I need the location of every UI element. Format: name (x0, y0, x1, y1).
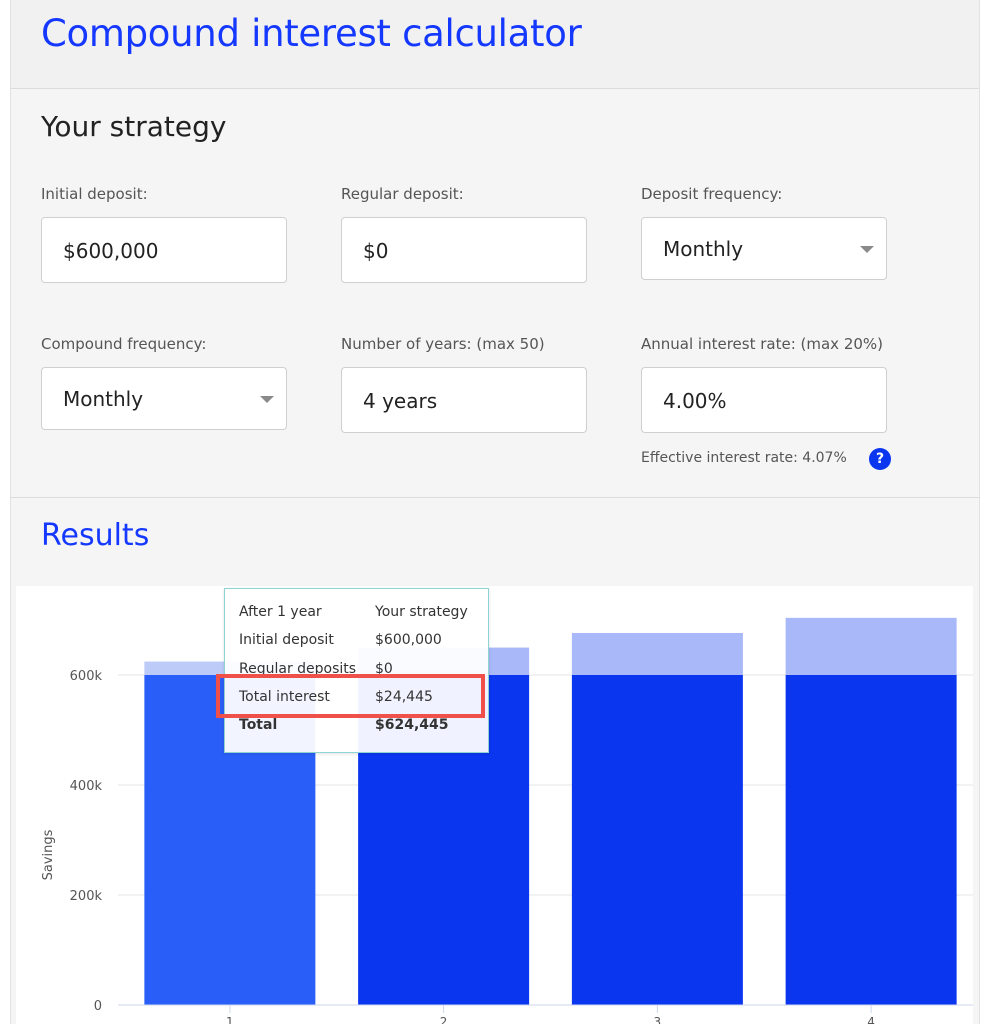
section-divider (11, 497, 979, 498)
years-input[interactable]: 4 years (341, 367, 587, 433)
results-title: Results (41, 518, 150, 553)
compound-frequency-value: Monthly (63, 387, 144, 411)
regular-deposit-label: Regular deposit: (341, 185, 464, 203)
highlight-annotation (216, 674, 485, 718)
bar-interest (571, 633, 743, 675)
years-value: 4 years (363, 389, 438, 413)
tooltip-row: Initial deposit $600,000 (239, 632, 484, 652)
interest-rate-input[interactable]: 4.00% (641, 367, 887, 433)
tooltip-row-label: Initial deposit (239, 632, 334, 648)
regular-deposit-value: $0 (363, 239, 389, 263)
x-tick-label: 1 (226, 1015, 234, 1024)
tooltip-total-row: Total $624,445 (239, 717, 484, 737)
chart-tooltip: After 1 year Your strategy Initial depos… (224, 588, 489, 753)
x-tick-label: 4 (867, 1015, 875, 1024)
question-mark-icon[interactable]: ? (869, 448, 891, 470)
tooltip-row-value: $600,000 (375, 632, 442, 648)
tooltip-total-value: $624,445 (375, 717, 449, 733)
tooltip-total-label: Total (239, 717, 278, 733)
page-header: Compound interest calculator (11, 0, 979, 89)
bar-principal (571, 675, 743, 1005)
initial-deposit-input[interactable]: $600,000 (41, 217, 287, 283)
initial-deposit-value: $600,000 (63, 239, 159, 263)
years-label: Number of years: (max 50) (341, 335, 545, 353)
calculator-frame: Compound interest calculator Your strate… (10, 0, 980, 1024)
regular-deposit-input[interactable]: $0 (341, 217, 587, 283)
tooltip-heading-left: After 1 year (239, 604, 322, 620)
y-tick-label: 200k (70, 889, 103, 904)
deposit-frequency-label: Deposit frequency: (641, 185, 783, 203)
y-tick-label: 600k (70, 669, 103, 684)
y-axis-label: Savings (41, 829, 56, 880)
bar-interest (785, 617, 957, 675)
page-title: Compound interest calculator (41, 12, 582, 55)
results-chart: 0 200k 400k 600k Savings 1 2 3 4 (16, 586, 973, 1024)
x-tick-label: 2 (440, 1015, 448, 1024)
compound-frequency-select[interactable]: Monthly (41, 367, 287, 430)
bar-principal (785, 675, 957, 1005)
y-tick-label: 0 (94, 999, 102, 1014)
y-tick-label: 400k (70, 779, 103, 794)
deposit-frequency-value: Monthly (663, 237, 744, 261)
compound-frequency-label: Compound frequency: (41, 335, 207, 353)
chevron-down-icon (260, 396, 274, 403)
initial-deposit-label: Initial deposit: (41, 185, 148, 203)
strategy-section-title: Your strategy (41, 110, 227, 143)
savings-bar-chart: 0 200k 400k 600k Savings 1 2 3 4 (41, 617, 973, 1024)
interest-rate-value: 4.00% (663, 389, 727, 413)
tooltip-heading-row: After 1 year Your strategy (239, 604, 484, 624)
interest-rate-label: Annual interest rate: (max 20%) (641, 335, 884, 353)
x-tick-label: 3 (654, 1015, 662, 1024)
effective-rate-text: Effective interest rate: 4.07% (641, 450, 847, 466)
tooltip-heading-right: Your strategy (375, 604, 468, 620)
deposit-frequency-select[interactable]: Monthly (641, 217, 887, 280)
chevron-down-icon (860, 246, 874, 253)
